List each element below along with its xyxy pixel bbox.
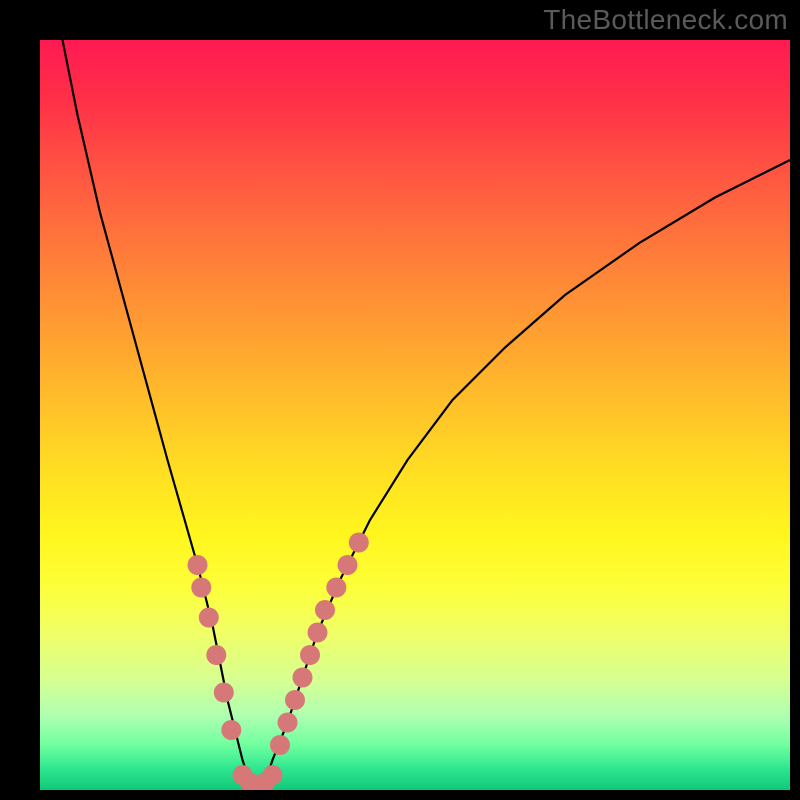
data-dot	[188, 555, 208, 575]
data-dot	[338, 555, 358, 575]
chart-svg	[40, 40, 790, 790]
data-dot	[300, 645, 320, 665]
data-dot	[199, 608, 219, 628]
data-dot	[326, 578, 346, 598]
data-dot	[315, 600, 335, 620]
data-dot	[349, 533, 369, 553]
data-dot	[214, 683, 234, 703]
bottleneck-curve	[63, 40, 791, 790]
data-dot	[206, 645, 226, 665]
data-dot	[293, 668, 313, 688]
plot-area	[40, 40, 790, 790]
data-dot	[221, 720, 241, 740]
watermark-text: TheBottleneck.com	[543, 4, 788, 36]
chart-frame: TheBottleneck.com	[0, 0, 800, 800]
data-dot	[308, 623, 328, 643]
data-dot	[278, 713, 298, 733]
data-dot	[285, 690, 305, 710]
data-dot	[263, 765, 283, 785]
data-dot	[270, 735, 290, 755]
data-dot	[191, 578, 211, 598]
data-dots	[188, 533, 369, 791]
